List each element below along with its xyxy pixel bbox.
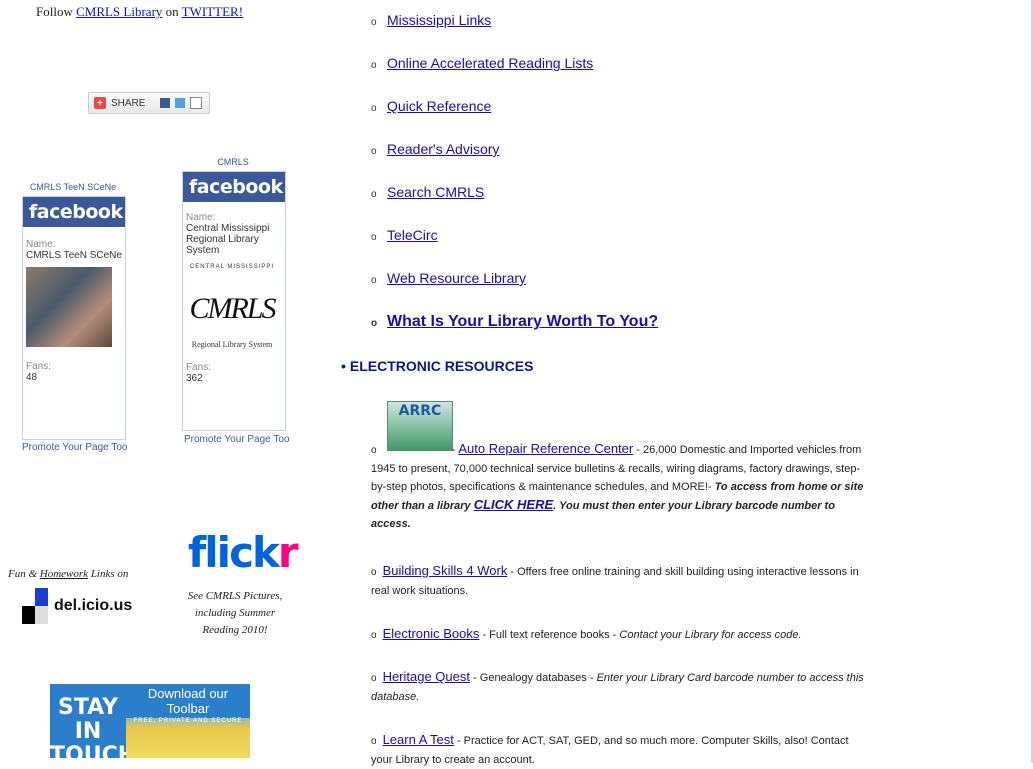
- resource-item-electronic-books: o Electronic Books - Full text reference …: [371, 626, 802, 641]
- nav-item: o Mississippi Links: [371, 12, 492, 28]
- delicious-caption: Fun & Homework Links on: [8, 568, 129, 580]
- learn-a-test-link[interactable]: Learn A Test: [383, 732, 454, 747]
- nav-item: o What Is Your Library Worth To You?: [371, 313, 659, 330]
- cmrls-library-link[interactable]: CMRLS Library: [76, 4, 162, 19]
- fb2-name: Central Mississippi Regional Library Sys…: [186, 223, 270, 256]
- click-here-link[interactable]: CLICK HERE: [474, 497, 553, 512]
- fb2-fans: 362: [186, 373, 203, 384]
- nav-item: o Online Accelerated Reading Lists: [371, 55, 594, 71]
- nav-link-web-resource-library[interactable]: Web Resource Library: [387, 270, 526, 286]
- toolbar-title: Download our Toolbar: [126, 684, 250, 718]
- fb2-promote-link[interactable]: Promote Your Page Too: [184, 434, 289, 445]
- nav-link-readers-advisory[interactable]: Reader's Advisory: [387, 141, 499, 157]
- twitter-share-icon[interactable]: [175, 98, 186, 108]
- stay-in-touch-label: STAY IN TOUCH: [50, 684, 136, 768]
- nav-link-telecirc[interactable]: TeleCirc: [387, 227, 438, 243]
- nav-item: o Search CMRLS: [371, 184, 485, 200]
- nav-link-quick-reference[interactable]: Quick Reference: [387, 98, 491, 114]
- facebook-logo: facebook: [183, 172, 285, 202]
- twitter-follow-line: Follow CMRLS Library on TWITTER!: [36, 4, 244, 19]
- nav-item: o TeleCirc: [371, 227, 438, 243]
- resource-item-heritage-quest: o Heritage Quest - Genealogy databases - …: [371, 669, 864, 703]
- resource-item-building-skills: o Building Skills 4 Work - Offers free on…: [371, 563, 859, 597]
- fb1-photo: [26, 267, 112, 347]
- fb1-caption: CMRLS TeeN SCeNe: [29, 182, 117, 192]
- facebook-logo: facebook: [23, 197, 125, 227]
- toolbar-banner[interactable]: STAY IN TOUCH Download our Toolbar FREE,…: [50, 684, 250, 768]
- facebook-share-icon[interactable]: [160, 98, 171, 108]
- fb1-name: CMRLS TeeN SCeNe: [26, 250, 122, 261]
- share-plus-icon: +: [94, 97, 106, 109]
- nav-item: o Web Resource Library: [371, 270, 527, 286]
- heritage-quest-link[interactable]: Heritage Quest: [383, 669, 470, 684]
- nav-item: o Reader's Advisory: [371, 141, 500, 157]
- nav-link-library-worth[interactable]: What Is Your Library Worth To You?: [387, 313, 658, 330]
- flickr-caption: See CMRLS Pictures, including Summer Rea…: [187, 590, 283, 636]
- cmrls-logo: CENTRAL MISSISSIPPI CMRLS Regional Libra…: [189, 264, 276, 349]
- flickr-logo[interactable]: flickr: [188, 528, 299, 577]
- nav-link-mississippi-links[interactable]: Mississippi Links: [387, 12, 491, 28]
- share-button[interactable]: + SHARE: [88, 92, 210, 114]
- nav-link-accelerated-reading[interactable]: Online Accelerated Reading Lists: [387, 55, 593, 71]
- section-heading: • ELECTRONIC RESOURCES: [341, 358, 534, 374]
- email-share-icon[interactable]: [190, 97, 203, 109]
- facebook-badge-cmrls[interactable]: facebook Name: Central Mississippi Regio…: [182, 171, 286, 431]
- delicious-badge[interactable]: del.icio.us: [22, 588, 132, 624]
- fb2-caption: CMRLS: [217, 157, 249, 167]
- resource-item-learn-a-test: o Learn A Test - Practice for ACT, SAT, G…: [371, 732, 849, 766]
- resource-item-arrc: o - Auto Repair Reference Center - 26,00…: [371, 441, 864, 530]
- fb1-fans: 48: [26, 372, 38, 383]
- fb1-promote-link[interactable]: Promote Your Page Too: [22, 442, 127, 453]
- auto-repair-link[interactable]: Auto Repair Reference Center: [458, 441, 633, 456]
- twitter-link[interactable]: TWITTER!: [182, 4, 243, 19]
- nav-item: o Quick Reference: [371, 98, 492, 114]
- delicious-icon: [22, 588, 48, 624]
- building-skills-link[interactable]: Building Skills 4 Work: [383, 563, 508, 578]
- homework-link[interactable]: Homework: [40, 568, 88, 580]
- toolbar-subtitle: FREE, PRIVATE AND SECURE: [133, 718, 243, 724]
- nav-link-search-cmrls[interactable]: Search CMRLS: [387, 184, 484, 200]
- facebook-badge-teen[interactable]: facebook Name: CMRLS TeeN SCeNe Fans: 48: [22, 196, 126, 440]
- electronic-books-link[interactable]: Electronic Books: [383, 626, 480, 641]
